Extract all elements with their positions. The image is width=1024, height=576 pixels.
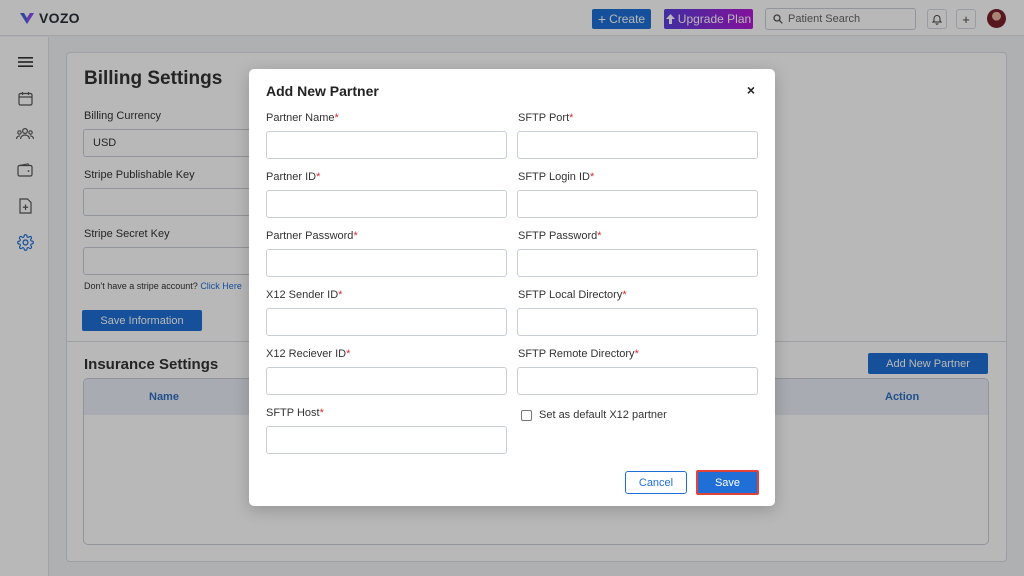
sftp-password-field[interactable] bbox=[517, 249, 758, 277]
sftp-remote-directory-input[interactable] bbox=[518, 368, 757, 394]
sftp-host-input[interactable] bbox=[267, 427, 506, 453]
required-mark: * bbox=[622, 289, 627, 301]
x12-receiver-id-input[interactable] bbox=[267, 368, 506, 394]
close-button[interactable]: × bbox=[745, 83, 757, 97]
default-partner-label[interactable]: Set as default X12 partner bbox=[539, 409, 667, 421]
required-mark: * bbox=[589, 171, 595, 183]
sftp-port-input[interactable] bbox=[518, 132, 757, 158]
x12-sender-id-label: X12 Sender ID* bbox=[266, 289, 343, 301]
x12-receiver-id-field[interactable] bbox=[266, 367, 507, 395]
x12-sender-id-field[interactable] bbox=[266, 308, 507, 336]
sftp-login-id-label: SFTP Login ID* bbox=[518, 171, 595, 183]
sftp-login-id-input[interactable] bbox=[518, 191, 757, 217]
required-mark: * bbox=[569, 112, 574, 124]
sftp-remote-directory-field[interactable] bbox=[517, 367, 758, 395]
sftp-local-directory-label: SFTP Local Directory* bbox=[518, 289, 627, 301]
required-mark: * bbox=[338, 289, 343, 301]
partner-id-label: Partner ID* bbox=[266, 171, 321, 183]
partner-password-input[interactable] bbox=[267, 250, 506, 276]
required-mark: * bbox=[353, 230, 358, 242]
sftp-password-label: SFTP Password* bbox=[518, 230, 602, 242]
partner-id-input[interactable] bbox=[267, 191, 506, 217]
modal-title: Add New Partner bbox=[266, 83, 379, 99]
sftp-host-field[interactable] bbox=[266, 426, 507, 454]
cancel-button[interactable]: Cancel bbox=[625, 471, 687, 494]
add-partner-modal: Add New Partner × Partner Name* Partner … bbox=[249, 69, 775, 506]
required-mark: * bbox=[334, 112, 339, 124]
default-partner-checkbox[interactable] bbox=[521, 410, 532, 421]
x12-sender-id-input[interactable] bbox=[267, 309, 506, 335]
required-mark: * bbox=[346, 348, 351, 360]
sftp-local-directory-field[interactable] bbox=[517, 308, 758, 336]
close-icon: × bbox=[746, 82, 756, 98]
required-mark: * bbox=[316, 171, 321, 183]
x12-receiver-id-label: X12 Reciever ID* bbox=[266, 348, 351, 360]
partner-name-field[interactable] bbox=[266, 131, 507, 159]
required-mark: * bbox=[634, 348, 639, 360]
required-mark: * bbox=[319, 407, 324, 419]
partner-password-field[interactable] bbox=[266, 249, 507, 277]
partner-id-field[interactable] bbox=[266, 190, 507, 218]
sftp-port-label: SFTP Port* bbox=[518, 112, 574, 124]
sftp-host-label: SFTP Host* bbox=[266, 407, 324, 419]
save-button[interactable]: Save bbox=[696, 470, 759, 495]
partner-name-input[interactable] bbox=[267, 132, 506, 158]
sftp-port-field[interactable] bbox=[517, 131, 758, 159]
sftp-local-directory-input[interactable] bbox=[518, 309, 757, 335]
sftp-password-input[interactable] bbox=[518, 250, 757, 276]
sftp-remote-directory-label: SFTP Remote Directory* bbox=[518, 348, 639, 360]
sftp-login-id-field[interactable] bbox=[517, 190, 758, 218]
partner-password-label: Partner Password* bbox=[266, 230, 358, 242]
partner-name-label: Partner Name* bbox=[266, 112, 339, 124]
required-mark: * bbox=[597, 230, 602, 242]
